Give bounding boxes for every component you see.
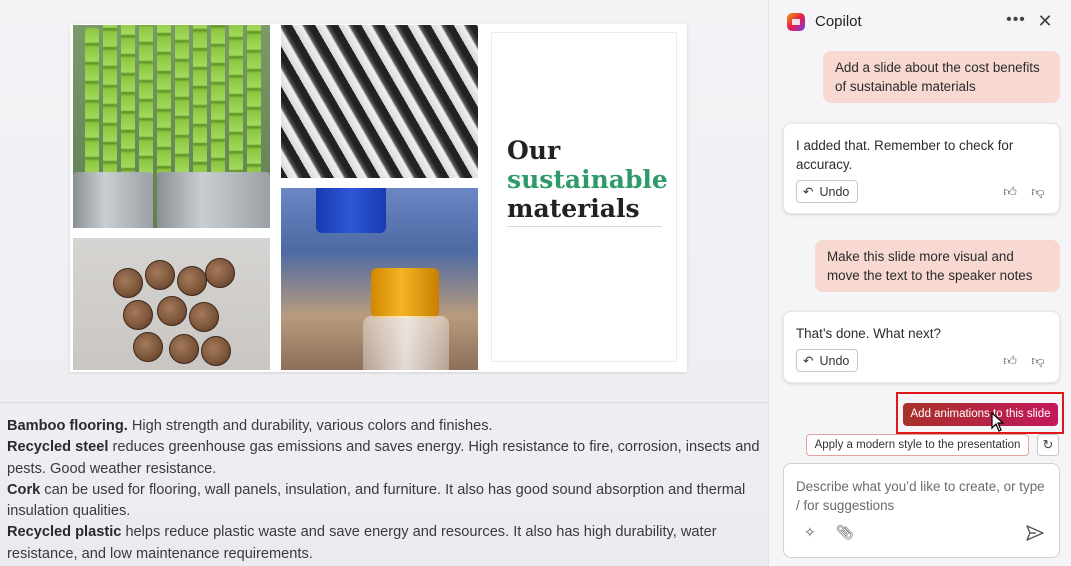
note-2: Recycled steel reduces greenhouse gas em… [7, 439, 760, 477]
suggestion-modern-style-button[interactable]: Apply a modern style to the presentation [806, 434, 1029, 456]
send-icon[interactable] [1025, 523, 1045, 543]
slide-canvas: Our sustainable materials [0, 0, 768, 400]
more-icon[interactable]: ••• [1005, 10, 1027, 32]
composer[interactable]: Describe what you’d like to create, or t… [783, 463, 1060, 558]
steel-photo[interactable] [281, 25, 478, 178]
slide[interactable]: Our sustainable materials [70, 24, 687, 372]
composer-input[interactable]: Describe what you’d like to create, or t… [796, 477, 1051, 515]
undo-label: Undo [819, 353, 850, 368]
note-1: Bamboo flooring. High strength and durab… [7, 418, 493, 434]
cork-photo[interactable] [73, 238, 270, 370]
sparkle-prompt-icon[interactable]: ✧ [804, 524, 822, 542]
copilot-title: Copilot [815, 13, 862, 30]
title-line-1: Our [507, 136, 561, 165]
response-text-1: I added that. Remember to check for accu… [796, 138, 1014, 172]
response-text-2: That’s done. What next? [796, 326, 941, 341]
title-line-3: materials [507, 194, 640, 223]
refresh-suggestions-icon[interactable]: ↻ [1037, 434, 1059, 456]
close-icon[interactable]: ✕ [1034, 10, 1056, 32]
thumbs-up-icon[interactable]: 👍︎ [1001, 352, 1019, 370]
undo-icon: ↶ [803, 354, 814, 368]
undo-button-2[interactable]: ↶ Undo [796, 349, 859, 372]
copilot-logo-icon [787, 13, 805, 31]
title-divider [507, 226, 662, 227]
suggestion-add-animations-button[interactable]: Add animations to this slide [903, 403, 1058, 426]
thumbs-down-icon[interactable]: 👎︎ [1029, 352, 1047, 370]
slide-title[interactable]: Our sustainable materials [507, 136, 668, 223]
undo-icon: ↶ [803, 185, 814, 199]
copilot-response-1: I added that. Remember to check for accu… [783, 123, 1060, 214]
undo-button-1[interactable]: ↶ Undo [796, 180, 859, 203]
bamboo-photo[interactable] [73, 25, 270, 228]
notes-divider [0, 402, 768, 403]
copilot-header: Copilot ••• ✕ [769, 0, 1071, 44]
plastic-bottles-photo[interactable] [281, 188, 478, 370]
attach-icon[interactable]: 📎︎ [836, 524, 854, 542]
note-3: Cork can be used for flooring, wall pane… [7, 481, 746, 520]
thumbs-up-icon[interactable]: 👍︎ [1001, 183, 1019, 201]
title-line-2: sustainable [507, 165, 668, 194]
mouse-cursor-icon [991, 412, 1005, 432]
copilot-pane: Copilot ••• ✕ Add a slide about the cost… [768, 0, 1071, 566]
undo-label: Undo [819, 184, 850, 199]
copilot-response-2: That’s done. What next? ↶ Undo 👍︎ 👎︎ [783, 311, 1060, 383]
user-message-1: Add a slide about the cost benefits of s… [823, 51, 1060, 103]
speaker-notes[interactable]: Bamboo flooring. High strength and durab… [7, 416, 762, 565]
thumbs-down-icon[interactable]: 👎︎ [1029, 183, 1047, 201]
user-message-2: Make this slide more visual and move the… [815, 240, 1060, 292]
note-4: Recycled plastic helps reduce plastic wa… [7, 524, 717, 562]
